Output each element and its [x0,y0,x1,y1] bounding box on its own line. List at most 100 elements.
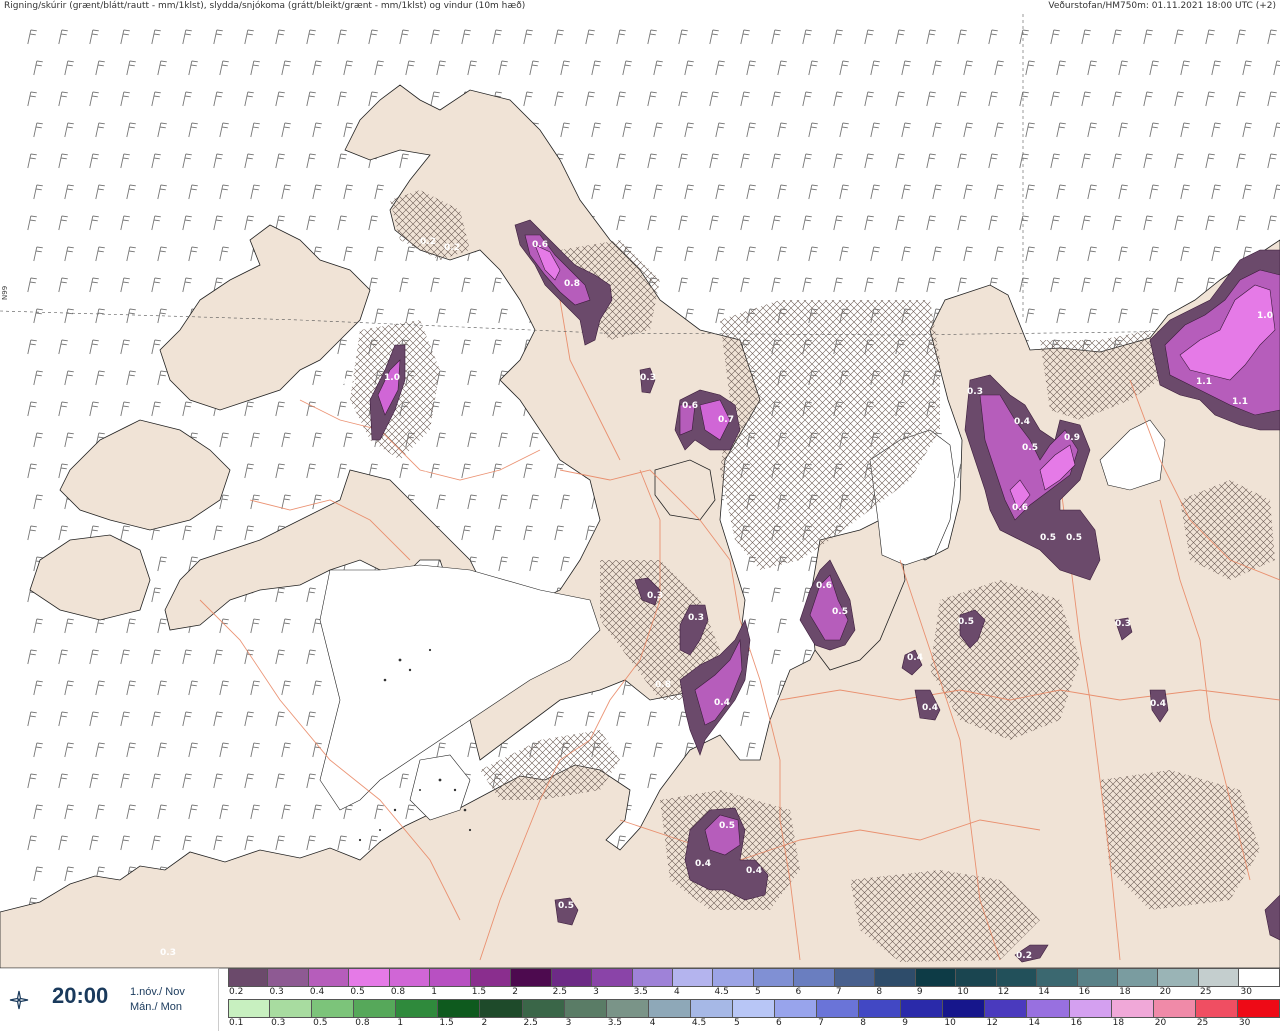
latitude-label: N99 [1,285,9,300]
legend-swatch [690,999,733,1018]
precip-value-label: 0.5 [1040,533,1056,543]
legend-swatch [1117,968,1159,987]
legend-swatch [1239,968,1280,987]
legend-swatch [1077,968,1118,987]
precip-value-label: 0.3 [647,591,663,601]
precip-value-label: 0.3 [1115,619,1131,629]
legend-swatch [875,968,916,987]
legend-tick-label: 4.5 [714,987,729,997]
legend-swatch [430,968,471,987]
legend-tick-label: 8 [860,1018,866,1028]
legend-swatch [859,999,902,1018]
precip-value-label: 0.6 [532,240,548,250]
legend-swatch [1237,999,1280,1018]
legend-tick-label: 18 [1119,987,1131,997]
legend-tick-label: 8 [876,987,883,997]
legend-swatch [648,999,691,1018]
precip-value-label: 0.3 [504,505,520,515]
legend-tick-label: 20 [1159,987,1172,997]
legend-tick-label: 10 [944,1018,956,1028]
legend-tick-label: 0.3 [271,1018,286,1028]
legend-swatch [1069,999,1112,1018]
legend-tick-label: 1.5 [471,987,487,997]
map-title: Rigning/skúrir (grænt/blátt/rautt - mm/1… [4,1,526,11]
precip-value-label: 0.5 [1066,533,1082,543]
map-source: Veðurstofan/HM750m: 01.11.2021 18:00 UTC… [1048,1,1276,11]
precip-value-label: 0.4 [1014,417,1030,427]
legend-swatch [228,968,269,987]
precip-value-label: 0.4 [695,859,711,869]
legend-tick-label: 0.2 [229,987,244,997]
precip-value-label: 0.5 [1022,443,1038,453]
legend-swatch [817,999,860,1018]
legend-tick-label: 2 [512,987,518,997]
precip-value-label: 0.3 [160,948,176,958]
legend-swatch [996,968,1038,987]
precip-value-label: 0.3 [640,373,656,383]
legend-tick-label: 0.4 [309,987,325,997]
legend-swatch [396,999,439,1018]
precip-value-label: 0.3 [967,387,983,397]
legend-tick-label: 12 [997,987,1010,997]
legend-tick-label: 18 [1112,1018,1125,1028]
precip-value-label: 0.5 [832,607,848,617]
precip-value-label: 0.5 [719,821,735,831]
precip-value-label: 0.5 [958,617,974,627]
legend-tick-label: 25 [1200,987,1212,997]
legend-swatch [1195,999,1238,1018]
precip-value-label: 0.6 [1012,503,1028,513]
legend-tick-label: 12 [986,1018,998,1028]
legend-tick-label: 2 [481,1018,488,1028]
legend-tick-label: 6 [776,1018,782,1028]
forecast-time: 20:00 [52,983,109,1008]
precip-value-label: 0.3 [688,613,704,623]
legend-swatch [732,999,776,1018]
legend-swatch [1198,968,1240,987]
precip-value-label: 0.7 [718,415,734,425]
precip-value-label: 0.4 [746,866,762,876]
snow-scale-ticks: 0.2 0.3 0.4 0.5 0.8 1 1.5 2 2.5 3 3.5 4 4.5 5 6 7 8 9 10 12… [228,987,1280,999]
legend-tick-label: 3.5 [633,987,648,997]
legend-tick-label: 30 [1238,1018,1251,1028]
compass-star-icon [9,990,29,1010]
precip-value-label: 0.2 [1016,951,1032,961]
legend-tick-label: 4 [649,1018,656,1028]
precip-value-label: 0.8 [564,279,580,289]
precip-value-label: 0.5 [340,377,356,387]
weather-map: 0.6 0.8 0.2 0.2 0.5 1.0 0.3 0.6 0.7 0.2 0.3 0.3 0.4 0… [0,12,1280,975]
legend-tick-label: 16 [1070,1018,1083,1028]
legend-swatch [1158,968,1199,987]
legend-tick-label: 6 [795,987,802,997]
precip-value-label: 0.6 [816,581,832,591]
legend-tick-label: 9 [902,1018,908,1028]
rain-scale-ticks: 0.1 0.3 0.5 0.8 1 1.5 2 2.5 3 3.5 4 4.5 5 6 7 8 9 10 12 14 1… [228,1018,1280,1030]
legend-tick-label: 0.3 [269,987,284,997]
legend-tick-label: 4.5 [691,1018,707,1028]
legend-swatch [672,968,714,987]
legend-swatch [956,968,997,987]
legend-tick-label: 14 [1028,1018,1040,1028]
time-panel: 20:00 1.nóv./ Nov Mán./ Mon [0,968,219,1031]
legend-swatch [632,968,673,987]
legend-tick-label: 5 [733,1018,740,1028]
legend-swatch [551,968,593,987]
legend-swatch [312,999,355,1018]
legend-tick-label: 4 [674,987,680,997]
legend-swatch [753,968,795,987]
precip-value-label: 0.4 [922,703,938,713]
precip-value-label: 0.9 [1064,433,1080,443]
legend-tick-label: 3 [565,1018,572,1028]
precip-value-label: 1.0 [1257,311,1273,321]
legend-tick-label: 0.8 [390,987,406,997]
legend-swatch [985,999,1028,1018]
legend-tick-label: 3.5 [607,1018,623,1028]
legend-tick-label: 2.5 [552,987,567,997]
color-legend: 0.2 0.3 0.4 0.5 0.8 1 1.5 2 2.5 3 3.5 4 4.5 5 6 7 8 9 10 12… [228,968,1280,1030]
precip-value-label: 0.6 [682,401,698,411]
legend-swatch [1027,999,1070,1018]
legend-tick-label: 0.1 [229,1018,244,1028]
legend-tick-label: 9 [916,987,923,997]
precip-value-label: 0.4 [907,653,923,663]
legend-swatch [349,968,390,987]
legend-swatch [834,968,876,987]
